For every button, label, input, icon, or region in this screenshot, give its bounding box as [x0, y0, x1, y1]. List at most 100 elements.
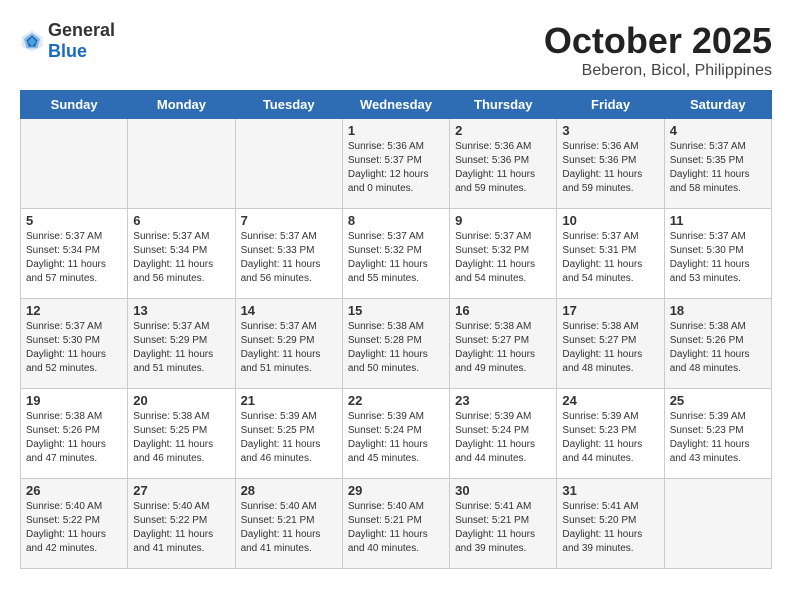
day-number: 5 [26, 213, 122, 228]
calendar-header-friday: Friday [557, 91, 664, 119]
day-info: Sunrise: 5:37 AM Sunset: 5:32 PM Dayligh… [455, 230, 551, 286]
day-number: 14 [241, 303, 337, 318]
day-number: 31 [562, 483, 658, 498]
calendar-cell: 16 Sunrise: 5:38 AM Sunset: 5:27 PM Dayli… [450, 299, 557, 389]
calendar-cell: 10 Sunrise: 5:37 AM Sunset: 5:31 PM Dayli… [557, 209, 664, 299]
day-number: 21 [241, 393, 337, 408]
calendar-cell: 8 Sunrise: 5:37 AM Sunset: 5:32 PM Daylig… [342, 209, 449, 299]
calendar-week-1: 1Sunrise: 5:36 AM Sunset: 5:37 PM Daylig… [21, 119, 772, 209]
calendar-cell [21, 119, 128, 209]
day-number: 15 [348, 303, 444, 318]
calendar: SundayMondayTuesdayWednesdayThursdayFrid… [20, 90, 772, 569]
day-number: 10 [562, 213, 658, 228]
day-number: 27 [133, 483, 229, 498]
day-number: 17 [562, 303, 658, 318]
day-number: 18 [670, 303, 766, 318]
header: General Blue October 2025 Beberon, Bicol… [20, 20, 772, 80]
day-info: Sunrise: 5:40 AM Sunset: 5:21 PM Dayligh… [241, 500, 337, 556]
calendar-week-5: 26Sunrise: 5:40 AM Sunset: 5:22 PM Dayli… [21, 479, 772, 569]
day-info: Sunrise: 5:41 AM Sunset: 5:20 PM Dayligh… [562, 500, 658, 556]
day-info: Sunrise: 5:37 AM Sunset: 5:30 PM Dayligh… [670, 230, 766, 286]
logo: General Blue [20, 20, 115, 62]
day-number: 19 [26, 393, 122, 408]
calendar-header-wednesday: Wednesday [342, 91, 449, 119]
calendar-header-monday: Monday [128, 91, 235, 119]
day-number: 13 [133, 303, 229, 318]
day-number: 20 [133, 393, 229, 408]
day-info: Sunrise: 5:37 AM Sunset: 5:30 PM Dayligh… [26, 320, 122, 376]
day-info: Sunrise: 5:36 AM Sunset: 5:36 PM Dayligh… [455, 140, 551, 196]
day-info: Sunrise: 5:40 AM Sunset: 5:22 PM Dayligh… [133, 500, 229, 556]
day-info: Sunrise: 5:39 AM Sunset: 5:23 PM Dayligh… [562, 410, 658, 466]
calendar-cell: 19 Sunrise: 5:38 AM Sunset: 5:26 PM Dayli… [21, 389, 128, 479]
calendar-header-thursday: Thursday [450, 91, 557, 119]
day-number: 11 [670, 213, 766, 228]
logo-text: General Blue [48, 20, 115, 62]
day-info: Sunrise: 5:37 AM Sunset: 5:29 PM Dayligh… [133, 320, 229, 376]
calendar-cell: 24Sunrise: 5:39 AM Sunset: 5:23 PM Dayli… [557, 389, 664, 479]
calendar-cell: 26Sunrise: 5:40 AM Sunset: 5:22 PM Dayli… [21, 479, 128, 569]
calendar-cell: 11 Sunrise: 5:37 AM Sunset: 5:30 PM Dayli… [664, 209, 771, 299]
calendar-header-saturday: Saturday [664, 91, 771, 119]
calendar-cell: 13 Sunrise: 5:37 AM Sunset: 5:29 PM Dayli… [128, 299, 235, 389]
calendar-cell: 28 Sunrise: 5:40 AM Sunset: 5:21 PM Dayli… [235, 479, 342, 569]
calendar-week-4: 19 Sunrise: 5:38 AM Sunset: 5:26 PM Dayli… [21, 389, 772, 479]
day-info: Sunrise: 5:38 AM Sunset: 5:28 PM Dayligh… [348, 320, 444, 376]
calendar-cell: 9 Sunrise: 5:37 AM Sunset: 5:32 PM Daylig… [450, 209, 557, 299]
calendar-week-3: 12 Sunrise: 5:37 AM Sunset: 5:30 PM Dayli… [21, 299, 772, 389]
day-number: 9 [455, 213, 551, 228]
day-number: 22 [348, 393, 444, 408]
day-info: Sunrise: 5:39 AM Sunset: 5:23 PM Dayligh… [670, 410, 766, 466]
day-number: 6 [133, 213, 229, 228]
calendar-cell [128, 119, 235, 209]
calendar-cell: 31 Sunrise: 5:41 AM Sunset: 5:20 PM Dayli… [557, 479, 664, 569]
day-number: 29 [348, 483, 444, 498]
day-info: Sunrise: 5:36 AM Sunset: 5:37 PM Dayligh… [348, 140, 444, 196]
calendar-cell: 3Sunrise: 5:36 AM Sunset: 5:36 PM Daylig… [557, 119, 664, 209]
day-number: 25 [670, 393, 766, 408]
day-info: Sunrise: 5:37 AM Sunset: 5:33 PM Dayligh… [241, 230, 337, 286]
calendar-cell: 25 Sunrise: 5:39 AM Sunset: 5:23 PM Dayli… [664, 389, 771, 479]
calendar-cell: 30Sunrise: 5:41 AM Sunset: 5:21 PM Dayli… [450, 479, 557, 569]
logo-icon [20, 29, 44, 53]
day-number: 3 [562, 123, 658, 138]
calendar-cell: 22 Sunrise: 5:39 AM Sunset: 5:24 PM Dayli… [342, 389, 449, 479]
location-title: Beberon, Bicol, Philippines [544, 62, 772, 80]
day-info: Sunrise: 5:41 AM Sunset: 5:21 PM Dayligh… [455, 500, 551, 556]
day-info: Sunrise: 5:37 AM Sunset: 5:35 PM Dayligh… [670, 140, 766, 196]
calendar-cell: 14 Sunrise: 5:37 AM Sunset: 5:29 PM Dayli… [235, 299, 342, 389]
day-info: Sunrise: 5:37 AM Sunset: 5:34 PM Dayligh… [26, 230, 122, 286]
day-info: Sunrise: 5:38 AM Sunset: 5:27 PM Dayligh… [455, 320, 551, 376]
calendar-body: 1Sunrise: 5:36 AM Sunset: 5:37 PM Daylig… [21, 119, 772, 569]
day-number: 7 [241, 213, 337, 228]
day-info: Sunrise: 5:39 AM Sunset: 5:25 PM Dayligh… [241, 410, 337, 466]
day-number: 12 [26, 303, 122, 318]
calendar-cell [235, 119, 342, 209]
calendar-cell: 1Sunrise: 5:36 AM Sunset: 5:37 PM Daylig… [342, 119, 449, 209]
day-info: Sunrise: 5:39 AM Sunset: 5:24 PM Dayligh… [348, 410, 444, 466]
day-number: 16 [455, 303, 551, 318]
calendar-cell: 29Sunrise: 5:40 AM Sunset: 5:21 PM Dayli… [342, 479, 449, 569]
month-title: October 2025 [544, 20, 772, 62]
day-info: Sunrise: 5:38 AM Sunset: 5:26 PM Dayligh… [26, 410, 122, 466]
day-info: Sunrise: 5:37 AM Sunset: 5:29 PM Dayligh… [241, 320, 337, 376]
calendar-cell: 4Sunrise: 5:37 AM Sunset: 5:35 PM Daylig… [664, 119, 771, 209]
day-number: 8 [348, 213, 444, 228]
day-info: Sunrise: 5:38 AM Sunset: 5:25 PM Dayligh… [133, 410, 229, 466]
day-number: 2 [455, 123, 551, 138]
day-info: Sunrise: 5:38 AM Sunset: 5:26 PM Dayligh… [670, 320, 766, 376]
day-info: Sunrise: 5:37 AM Sunset: 5:31 PM Dayligh… [562, 230, 658, 286]
day-info: Sunrise: 5:37 AM Sunset: 5:34 PM Dayligh… [133, 230, 229, 286]
calendar-cell: 6 Sunrise: 5:37 AM Sunset: 5:34 PM Daylig… [128, 209, 235, 299]
calendar-cell: 12 Sunrise: 5:37 AM Sunset: 5:30 PM Dayli… [21, 299, 128, 389]
day-info: Sunrise: 5:37 AM Sunset: 5:32 PM Dayligh… [348, 230, 444, 286]
calendar-header-row: SundayMondayTuesdayWednesdayThursdayFrid… [21, 91, 772, 119]
day-number: 28 [241, 483, 337, 498]
calendar-cell: 15 Sunrise: 5:38 AM Sunset: 5:28 PM Dayli… [342, 299, 449, 389]
calendar-cell: 20 Sunrise: 5:38 AM Sunset: 5:25 PM Dayli… [128, 389, 235, 479]
calendar-cell: 17Sunrise: 5:38 AM Sunset: 5:27 PM Dayli… [557, 299, 664, 389]
calendar-week-2: 5 Sunrise: 5:37 AM Sunset: 5:34 PM Daylig… [21, 209, 772, 299]
calendar-header-tuesday: Tuesday [235, 91, 342, 119]
day-info: Sunrise: 5:40 AM Sunset: 5:22 PM Dayligh… [26, 500, 122, 556]
title-area: October 2025 Beberon, Bicol, Philippines [544, 20, 772, 80]
